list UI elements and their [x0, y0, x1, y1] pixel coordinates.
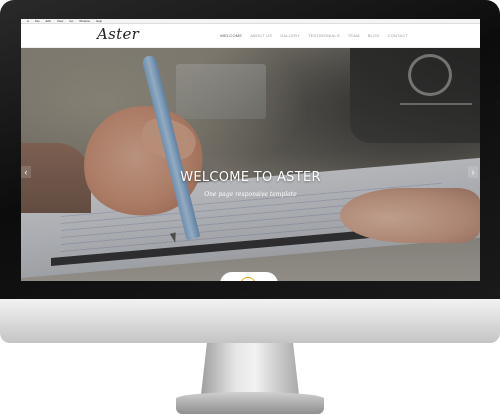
nav-welcome[interactable]: WELCOME: [220, 33, 242, 38]
nav-team[interactable]: TEAM: [348, 33, 360, 38]
nav-gallery[interactable]: GALLERY: [280, 33, 300, 38]
os-menu-help[interactable]: Help: [96, 19, 102, 23]
site-header: Aster WELCOME ABOUT US GALLERY TESTIMONI…: [21, 24, 480, 48]
site-logo[interactable]: Aster: [97, 25, 139, 43]
monitor-chin: [0, 299, 500, 343]
nav-testimonials[interactable]: TESTIMONIALS: [308, 33, 340, 38]
monitor-stand-base: [176, 392, 324, 414]
nav-about-us[interactable]: ABOUT US: [250, 33, 272, 38]
monitor-stand-neck: [201, 343, 299, 395]
os-menu-edit[interactable]: Edit: [46, 19, 51, 23]
os-menu-file[interactable]: File: [35, 19, 40, 23]
hero-subtitle: One page responsive template: [204, 191, 297, 198]
apple-menu-icon[interactable]: ●: [27, 19, 29, 23]
nav-blog[interactable]: BLOG: [368, 33, 380, 38]
nav-contact[interactable]: CONTACT: [388, 33, 408, 38]
hero-overlay: [21, 48, 480, 281]
hero-slider: WELCOME TO ASTER One page responsive tem…: [21, 48, 480, 281]
hero-title: WELCOME TO ASTER: [180, 170, 321, 185]
os-menu-window[interactable]: Window: [79, 19, 90, 23]
slider-prev-arrow-icon[interactable]: ‹: [21, 166, 31, 178]
slider-next-arrow-icon[interactable]: ›: [468, 166, 478, 178]
monitor-screen: ● File Edit View Go Window Help Aster WE…: [21, 19, 480, 281]
os-menu-view[interactable]: View: [57, 19, 63, 23]
os-menu-go[interactable]: Go: [69, 19, 73, 23]
main-nav: WELCOME ABOUT US GALLERY TESTIMONIALS TE…: [220, 33, 408, 38]
